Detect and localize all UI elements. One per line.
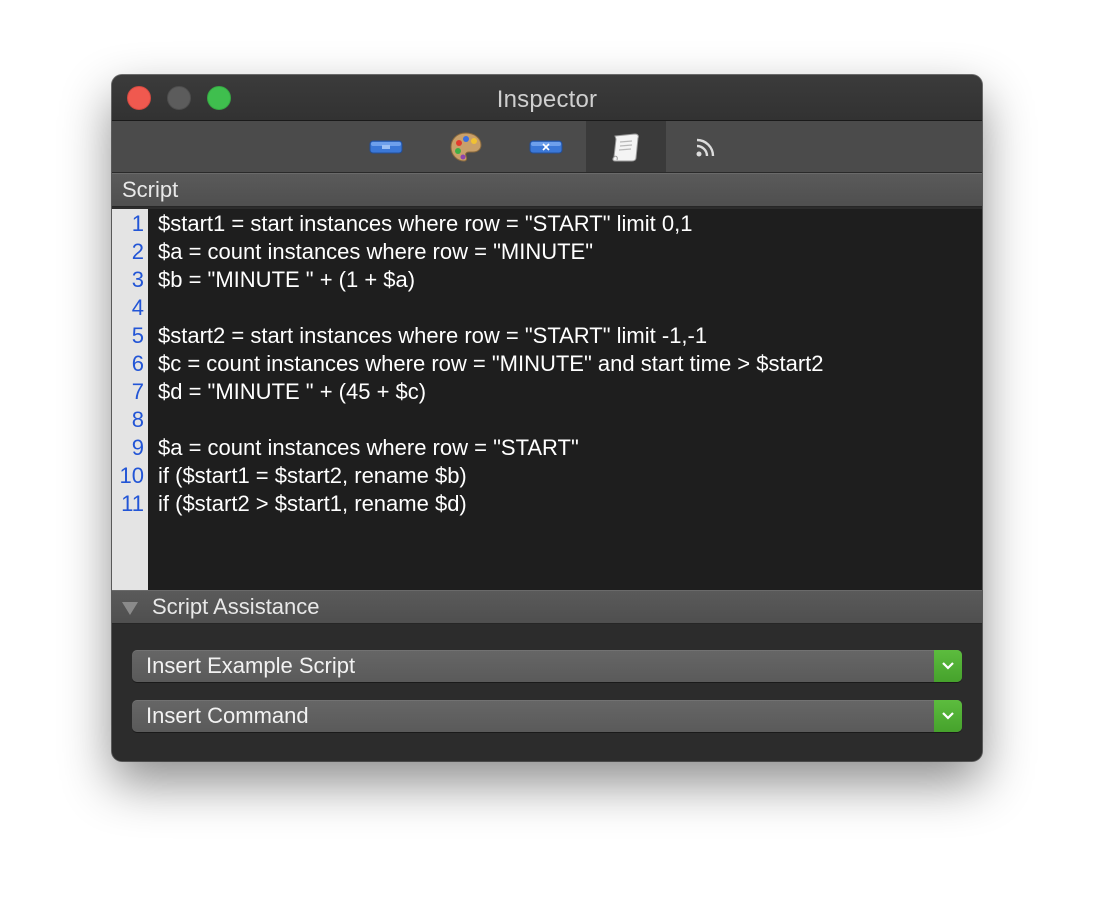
tab-variables[interactable] [506, 121, 586, 172]
inspector-toolbar [112, 121, 982, 173]
script-assistance-header[interactable]: Script Assistance [112, 590, 982, 624]
rss-feed-icon [696, 138, 715, 156]
tab-bar-settings[interactable] [346, 121, 426, 172]
line-number: 5 [131, 323, 144, 348]
line-number: 9 [131, 435, 144, 460]
line-number: 10 [119, 463, 144, 488]
tab-appearance[interactable] [426, 121, 506, 172]
script-code[interactable]: $start1 = start instances where row = "S… [158, 210, 824, 518]
script-assistance-panel: Insert Example Script Insert Command [112, 625, 982, 761]
line-number: 4 [131, 295, 144, 320]
script-section-header: Script [112, 173, 982, 207]
line-number: 2 [131, 239, 144, 264]
code-line[interactable]: $start2 = start instances where row = "S… [158, 322, 824, 350]
code-line[interactable]: $d = "MINUTE " + (45 + $c) [158, 378, 824, 406]
disclosure-triangle-icon[interactable] [122, 602, 138, 615]
line-number-gutter: 1 2 3 4 5 6 7 8 9 10 11 [112, 209, 148, 590]
window-title: Inspector [496, 86, 598, 113]
variable-x-icon [529, 140, 563, 153]
insert-example-script-label: Insert Example Script [146, 653, 356, 678]
code-line[interactable]: if ($start1 = $start2, rename $b) [158, 462, 824, 490]
tab-script[interactable] [586, 121, 666, 172]
script-editor[interactable]: 1 2 3 4 5 6 7 8 9 10 11 $start1 = start … [112, 209, 982, 590]
code-line[interactable] [158, 406, 824, 434]
line-number: 8 [131, 407, 144, 432]
line-number: 6 [131, 351, 144, 376]
code-line[interactable]: $a = count instances where row = "START" [158, 434, 824, 462]
code-line[interactable]: $a = count instances where row = "MINUTE… [158, 238, 824, 266]
code-line[interactable]: if ($start2 > $start1, rename $d) [158, 490, 824, 518]
chevron-down-icon[interactable] [934, 700, 962, 732]
tab-feeds[interactable] [666, 121, 746, 172]
chevron-down-icon[interactable] [934, 650, 962, 682]
title-bar[interactable]: Inspector [112, 75, 982, 121]
line-numbers: 1 2 3 4 5 6 7 8 9 10 11 [112, 210, 144, 518]
insert-command-label: Insert Command [146, 703, 309, 728]
insert-example-script-popup[interactable]: Insert Example Script [132, 650, 962, 682]
inspector-window: Inspector Script 1 2 3 4 5 6 7 8 9 10 11… [112, 75, 982, 761]
code-line[interactable]: $start1 = start instances where row = "S… [158, 210, 824, 238]
code-line[interactable]: $c = count instances where row = "MINUTE… [158, 350, 824, 378]
script-assistance-label: Script Assistance [152, 594, 320, 619]
line-number: 11 [121, 491, 144, 516]
blue-bar-icon [369, 140, 403, 153]
palette-icon [450, 131, 482, 162]
line-number: 1 [131, 211, 144, 236]
code-line[interactable]: $b = "MINUTE " + (1 + $a) [158, 266, 824, 294]
line-number: 7 [131, 379, 144, 404]
insert-command-popup[interactable]: Insert Command [132, 700, 962, 732]
code-line[interactable] [158, 294, 824, 322]
script-scroll-icon [612, 132, 639, 161]
line-number: 3 [131, 267, 144, 292]
